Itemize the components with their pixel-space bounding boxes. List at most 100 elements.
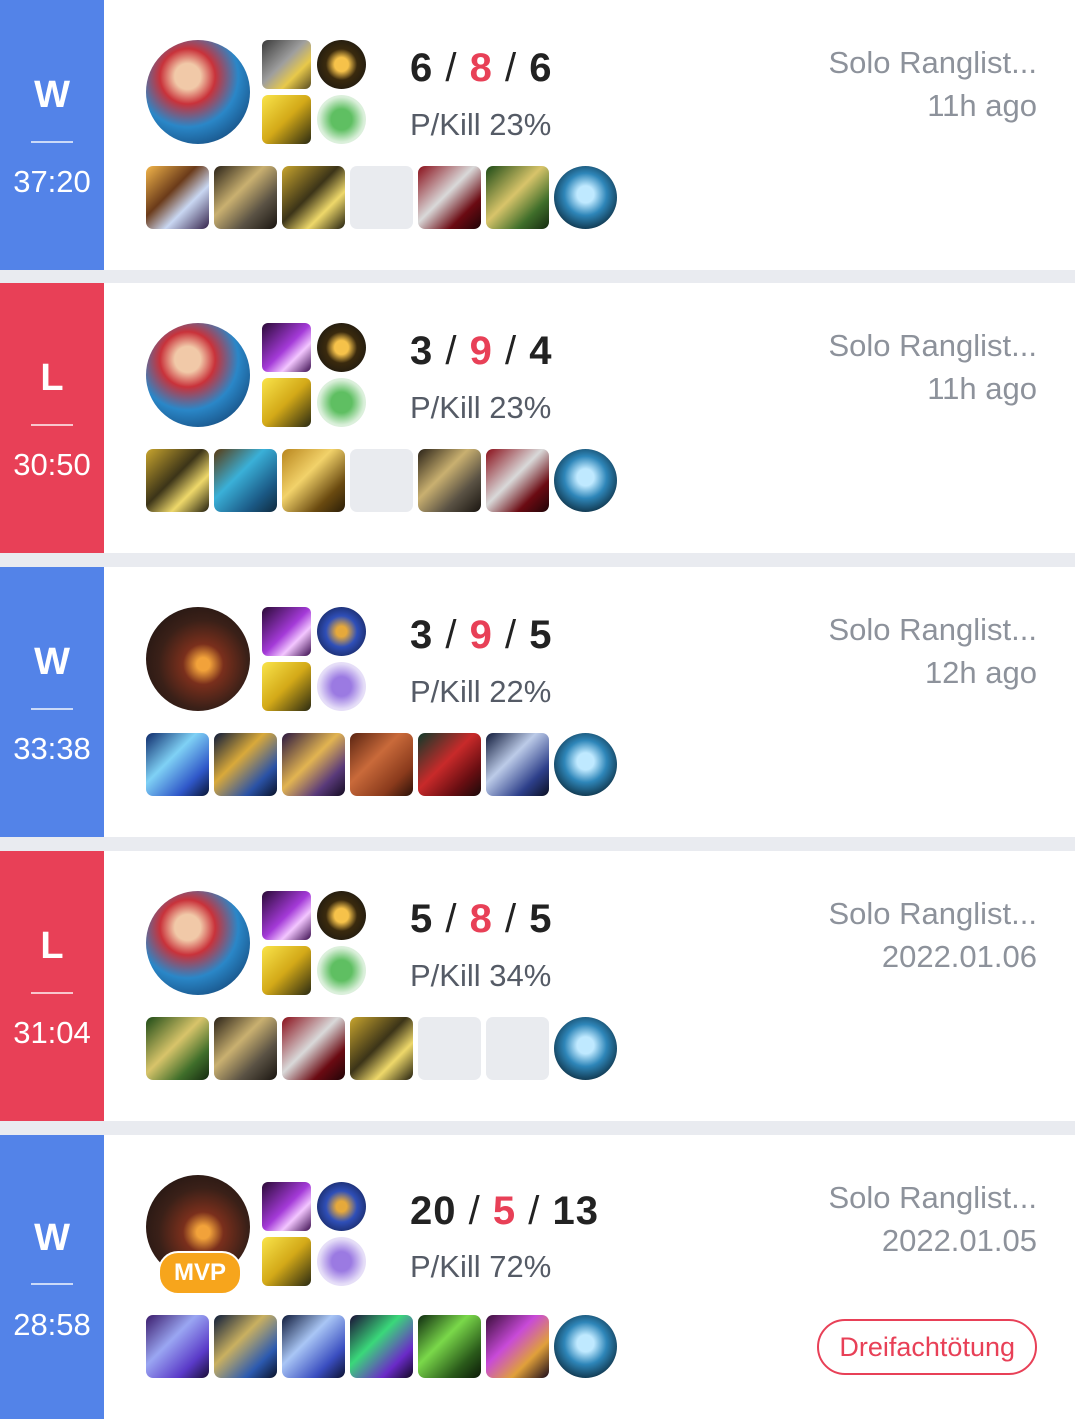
flash-spell-icon[interactable] <box>262 1237 311 1286</box>
item-icon[interactable] <box>146 1315 209 1378</box>
item-icon[interactable] <box>486 166 549 229</box>
game-duration: 37:20 <box>13 164 91 199</box>
sorcery-rune-icon[interactable] <box>317 1237 366 1286</box>
ignite-spell-icon[interactable] <box>262 1182 311 1231</box>
deaths: 9 <box>469 613 493 657</box>
result-letter: L <box>40 925 64 967</box>
empty-item-slot <box>418 1017 481 1080</box>
flash-spell-icon[interactable] <box>262 662 311 711</box>
kda: 3 / 9 / 4 <box>410 329 553 374</box>
flash-spell-icon[interactable] <box>262 95 311 144</box>
item-icon[interactable] <box>214 1017 277 1080</box>
match-content: MVP 20 / 5 / 13 P/Kill 72% Solo Ranglist… <box>104 1135 1075 1419</box>
resolve-rune-icon[interactable] <box>317 946 366 995</box>
champion-icon[interactable] <box>146 323 250 427</box>
match-content: 6 / 8 / 6 P/Kill 23% Solo Ranglist... 11… <box>104 0 1075 270</box>
deaths: 8 <box>469 897 493 941</box>
item-icon[interactable] <box>282 1017 345 1080</box>
match-card[interactable]: W 33:38 3 / 9 / 5 P/Kill 22% Solo Rangli… <box>0 567 1075 837</box>
sorcery-rune-icon[interactable] <box>317 662 366 711</box>
lethal-tempo-rune-icon[interactable] <box>317 40 366 89</box>
champion-icon[interactable] <box>146 891 250 995</box>
ignite-spell-icon[interactable] <box>262 891 311 940</box>
assists: 4 <box>529 329 553 373</box>
item-icon[interactable] <box>214 733 277 796</box>
kills: 3 <box>410 613 434 657</box>
kda: 3 / 9 / 5 <box>410 613 553 658</box>
queue-type: Solo Ranglist... <box>828 1180 1038 1215</box>
item-icon[interactable] <box>214 166 277 229</box>
deaths: 8 <box>469 46 493 90</box>
ward-trinket-icon[interactable] <box>554 166 617 229</box>
item-icon[interactable] <box>282 733 345 796</box>
kda: 20 / 5 / 13 <box>410 1189 599 1234</box>
result-letter: W <box>34 74 70 116</box>
item-icon[interactable] <box>214 449 277 512</box>
resolve-rune-icon[interactable] <box>317 378 366 427</box>
match-content: 3 / 9 / 4 P/Kill 23% Solo Ranglist... 11… <box>104 283 1075 553</box>
empty-item-slot <box>350 166 413 229</box>
separator: / <box>445 613 458 657</box>
queue-type: Solo Ranglist... <box>828 45 1038 80</box>
item-icon[interactable] <box>146 166 209 229</box>
item-icon[interactable] <box>350 1017 413 1080</box>
ignite-spell-icon[interactable] <box>262 323 311 372</box>
item-icon[interactable] <box>146 733 209 796</box>
item-icon[interactable] <box>486 733 549 796</box>
queue-type: Solo Ranglist... <box>828 328 1038 363</box>
item-icon[interactable] <box>418 1315 481 1378</box>
ignite-spell-icon[interactable] <box>262 607 311 656</box>
result-bar: W 37:20 <box>0 0 104 270</box>
divider <box>31 1283 73 1285</box>
kda: 5 / 8 / 5 <box>410 897 553 942</box>
item-icon[interactable] <box>146 1017 209 1080</box>
ward-trinket-icon[interactable] <box>554 733 617 796</box>
flash-spell-icon[interactable] <box>262 946 311 995</box>
champion-icon[interactable] <box>146 607 250 711</box>
match-card[interactable]: L 31:04 5 / 8 / 5 P/Kill 34% Solo Rangli… <box>0 851 1075 1121</box>
divider <box>31 141 73 143</box>
time-ago: 12h ago <box>924 655 1037 690</box>
result-letter: W <box>34 1217 70 1259</box>
match-card[interactable]: W 28:58 MVP 20 / 5 / 13 P/Kill 72% Solo … <box>0 1135 1075 1419</box>
ward-trinket-icon[interactable] <box>554 449 617 512</box>
flash-spell-icon[interactable] <box>262 378 311 427</box>
item-icon[interactable] <box>282 166 345 229</box>
separator: / <box>505 46 518 90</box>
item-icon[interactable] <box>486 1315 549 1378</box>
kill-participation: P/Kill 72% <box>410 1249 552 1284</box>
match-card[interactable]: L 30:50 3 / 9 / 4 P/Kill 23% Solo Rangli… <box>0 283 1075 553</box>
cosmic-rune-icon[interactable] <box>317 607 366 656</box>
ward-trinket-icon[interactable] <box>554 1315 617 1378</box>
lethal-tempo-rune-icon[interactable] <box>317 891 366 940</box>
match-card[interactable]: W 37:20 6 / 8 / 6 P/Kill 23% Solo Rangli… <box>0 0 1075 270</box>
ghost-spell-icon[interactable] <box>262 40 311 89</box>
item-icon[interactable] <box>350 733 413 796</box>
result-letter: L <box>40 357 64 399</box>
empty-item-slot <box>486 1017 549 1080</box>
kill-participation: P/Kill 34% <box>410 958 552 993</box>
item-icon[interactable] <box>418 733 481 796</box>
result-bar: W 33:38 <box>0 567 104 837</box>
time-ago: 11h ago <box>927 371 1037 406</box>
time-ago: 11h ago <box>927 88 1037 123</box>
item-icon[interactable] <box>214 1315 277 1378</box>
kills: 6 <box>410 46 434 90</box>
champion-icon[interactable] <box>146 40 250 144</box>
kills: 20 <box>410 1189 457 1233</box>
divider <box>31 708 73 710</box>
item-icon[interactable] <box>282 449 345 512</box>
item-icon[interactable] <box>486 449 549 512</box>
item-icon[interactable] <box>418 449 481 512</box>
cosmic-rune-icon[interactable] <box>317 1182 366 1231</box>
item-icon[interactable] <box>418 166 481 229</box>
item-icon[interactable] <box>350 1315 413 1378</box>
assists: 5 <box>529 613 553 657</box>
separator: / <box>468 1189 481 1233</box>
lethal-tempo-rune-icon[interactable] <box>317 323 366 372</box>
item-icon[interactable] <box>146 449 209 512</box>
game-duration: 28:58 <box>13 1307 91 1342</box>
item-icon[interactable] <box>282 1315 345 1378</box>
ward-trinket-icon[interactable] <box>554 1017 617 1080</box>
resolve-rune-icon[interactable] <box>317 95 366 144</box>
